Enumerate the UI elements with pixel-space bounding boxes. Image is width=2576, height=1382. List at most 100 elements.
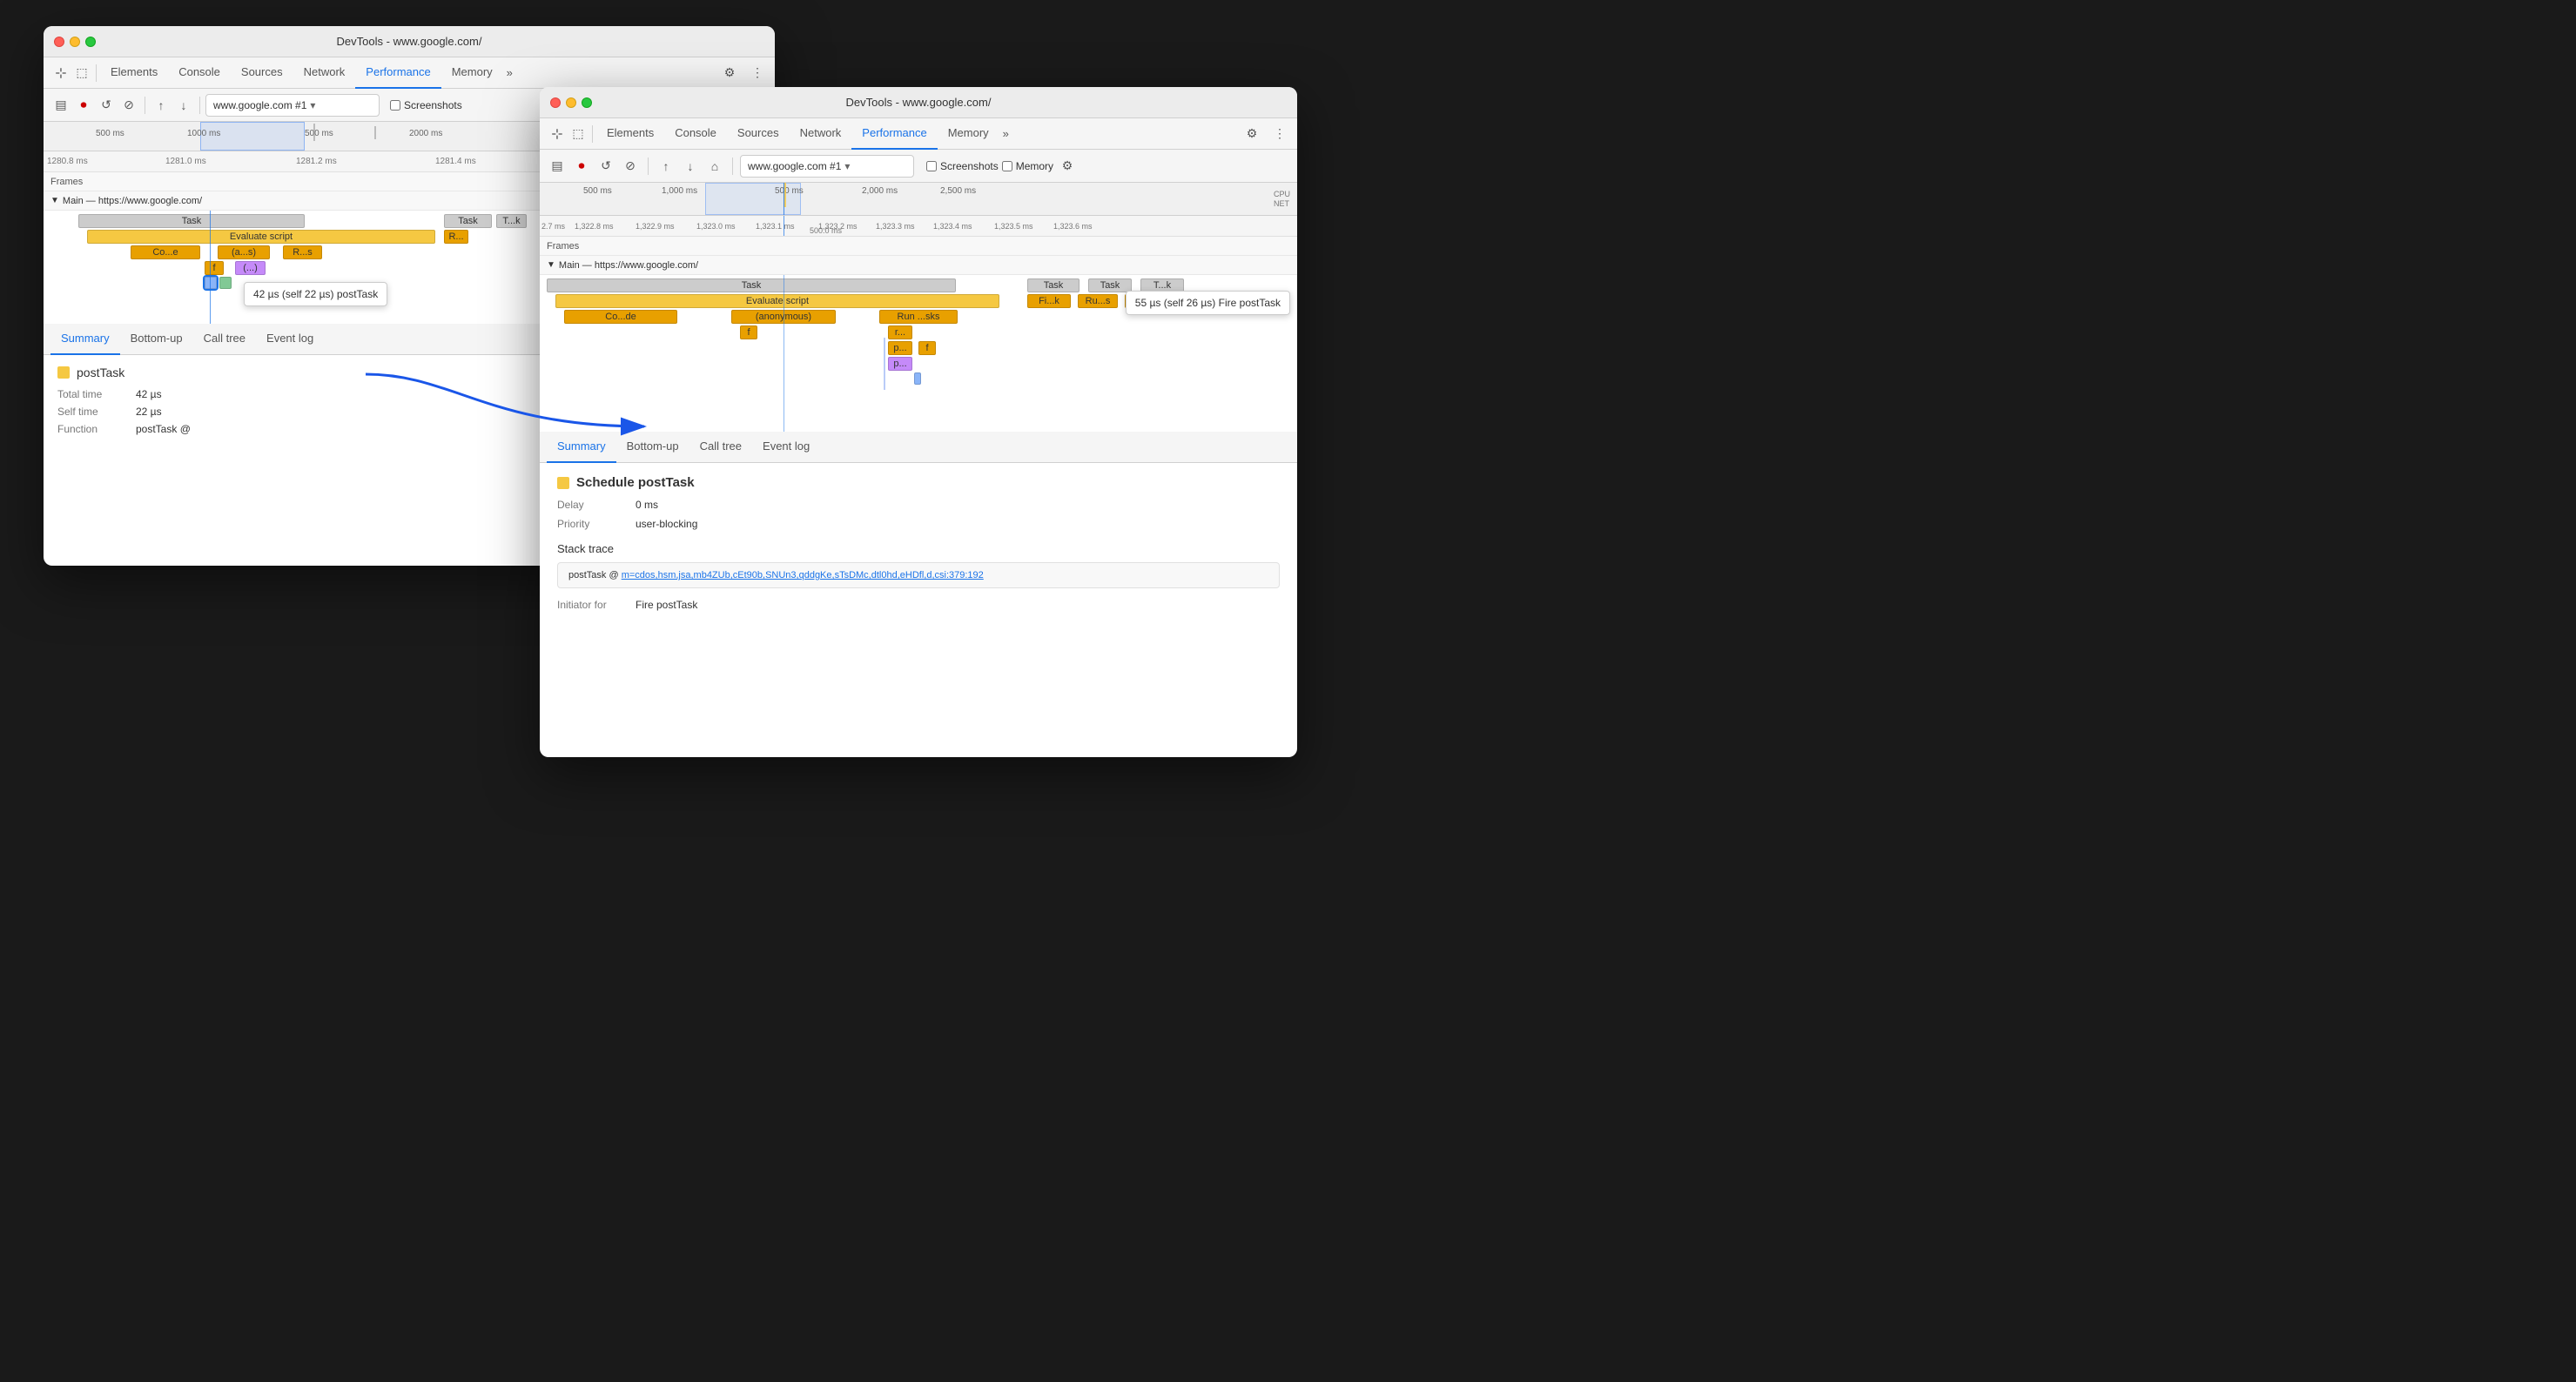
memory-label-2: Memory <box>1016 160 1053 172</box>
minimize-button-2[interactable] <box>566 97 576 108</box>
upload-icon-2[interactable]: ↑ <box>656 156 676 177</box>
screenshots-checkbox-1[interactable]: Screenshots <box>390 99 462 111</box>
w2-r[interactable]: r... <box>888 325 912 339</box>
url-bar-1[interactable]: www.google.com #1 ▾ <box>205 94 380 117</box>
green-task-1[interactable] <box>219 277 232 289</box>
tab-event-log-1[interactable]: Event log <box>256 324 324 355</box>
title-bar-1: DevTools - www.google.com/ <box>44 26 775 57</box>
evaluate-script-1[interactable]: Evaluate script <box>87 230 435 244</box>
tab-sources-2[interactable]: Sources <box>727 118 790 150</box>
w2-co-de[interactable]: Co...de <box>564 310 677 324</box>
minimize-button-1[interactable] <box>70 37 80 47</box>
task-bar-2[interactable]: Task <box>444 214 492 228</box>
w2-task-bar-2[interactable]: Task <box>1027 278 1079 292</box>
as-task[interactable]: (a...s) <box>218 245 270 259</box>
w2-task-bar-4[interactable]: T...k <box>1140 278 1184 292</box>
tab-more-icon[interactable]: » <box>507 66 513 79</box>
panel-row-initiator: Initiator for Fire postTask <box>557 599 1280 611</box>
w2-task-bar-3[interactable]: Task <box>1088 278 1132 292</box>
w2-f2[interactable]: f <box>918 341 936 355</box>
w2-evaluate-script[interactable]: Evaluate script <box>555 294 999 308</box>
device-toolbar-icon-2[interactable]: ⬚ <box>568 124 589 144</box>
tab-call-tree-1[interactable]: Call tree <box>193 324 256 355</box>
screenshots-checkbox-2[interactable]: Screenshots <box>926 160 999 172</box>
element-picker-icon[interactable]: ⊹ <box>50 63 71 84</box>
more-options-icon-2[interactable]: ⋮ <box>1269 124 1290 144</box>
tab-call-tree-2[interactable]: Call tree <box>689 432 752 463</box>
sidebar-toggle-icon-2[interactable]: ▤ <box>547 156 568 177</box>
maximize-button-2[interactable] <box>582 97 592 108</box>
flame-chart-2[interactable]: Task Task Task T...k Evaluate script Fi.… <box>540 275 1297 432</box>
clear-icon[interactable]: ⊘ <box>118 95 139 116</box>
w2-f1[interactable]: f <box>740 325 757 339</box>
reload-record-icon-2[interactable]: ↺ <box>595 156 616 177</box>
home-icon-2[interactable]: ⌂ <box>704 156 725 177</box>
tab-bar-icons-1: ⚙ ⋮ <box>719 63 768 84</box>
tab-memory[interactable]: Memory <box>441 57 503 89</box>
minimap-2[interactable]: 500 ms 1,000 ms 500 ms 2,000 ms 2,500 ms… <box>540 183 1297 216</box>
tab-elements[interactable]: Elements <box>100 57 168 89</box>
tab-event-log-2[interactable]: Event log <box>752 432 820 463</box>
rs-task[interactable]: R...s <box>283 245 322 259</box>
close-button-1[interactable] <box>54 37 64 47</box>
tab-network[interactable]: Network <box>293 57 356 89</box>
screenshots-checkbox-input-1[interactable] <box>390 100 400 111</box>
screenshots-label-1: Screenshots <box>404 99 462 111</box>
sidebar-toggle-icon[interactable]: ▤ <box>50 95 71 116</box>
more-options-icon[interactable]: ⋮ <box>747 63 768 84</box>
dots-task[interactable]: (...) <box>235 261 266 275</box>
tab-network-2[interactable]: Network <box>790 118 852 150</box>
url-text-1: www.google.com #1 <box>213 99 306 111</box>
download-icon[interactable]: ↓ <box>173 95 194 116</box>
co-e-task[interactable]: Co...e <box>131 245 200 259</box>
tab-more-icon-2[interactable]: » <box>1003 127 1009 140</box>
clear-icon-2[interactable]: ⊘ <box>620 156 641 177</box>
tab-console[interactable]: Console <box>168 57 231 89</box>
w2-ru-s[interactable]: Ru...s <box>1078 294 1118 308</box>
panel-title-2: Schedule postTask <box>557 475 1280 490</box>
more-options-toolbar-2[interactable]: ⚙ <box>1057 156 1078 177</box>
memory-checkbox-input-2[interactable] <box>1002 161 1012 171</box>
settings-icon[interactable]: ⚙ <box>719 63 740 84</box>
maximize-button-1[interactable] <box>85 37 96 47</box>
w2-blue-bar[interactable] <box>914 372 921 385</box>
reload-record-icon[interactable]: ↺ <box>96 95 117 116</box>
task-bar-3[interactable]: T...k <box>496 214 527 228</box>
selected-task-1[interactable] <box>205 277 217 289</box>
url-bar-2[interactable]: www.google.com #1 ▾ <box>740 155 914 178</box>
w2-run-sks[interactable]: Run ...sks <box>879 310 958 324</box>
w2-p2[interactable]: p... <box>888 357 912 371</box>
tab-summary-1[interactable]: Summary <box>50 324 120 355</box>
url-text-2: www.google.com #1 <box>748 160 841 172</box>
w2-task-bar-1[interactable]: Task <box>547 278 956 292</box>
device-toolbar-icon[interactable]: ⬚ <box>71 63 92 84</box>
w2-p1[interactable]: p... <box>888 341 912 355</box>
settings-icon-2[interactable]: ⚙ <box>1241 124 1262 144</box>
task-bar-1[interactable]: Task <box>78 214 305 228</box>
tooltip-text-1: 42 µs (self 22 µs) postTask <box>253 288 378 300</box>
f-task[interactable]: f <box>205 261 224 275</box>
tab-performance[interactable]: Performance <box>355 57 441 89</box>
tab-memory-2[interactable]: Memory <box>938 118 999 150</box>
tab-bottom-up-1[interactable]: Bottom-up <box>120 324 193 355</box>
initiator-label: Initiator for <box>557 599 636 611</box>
stack-trace-link[interactable]: m=cdos,hsm,jsa,mb4ZUb,cEt90b,SNUn3,qddgK… <box>622 570 984 580</box>
tab-bottom-up-2[interactable]: Bottom-up <box>616 432 689 463</box>
r-task[interactable]: R... <box>444 230 468 244</box>
record-icon-2[interactable]: ⏺ <box>571 156 592 177</box>
record-icon[interactable]: ⏺ <box>73 95 94 116</box>
element-picker-icon-2[interactable]: ⊹ <box>547 124 568 144</box>
close-button-2[interactable] <box>550 97 561 108</box>
w2-f-k[interactable]: F...k <box>1125 294 1163 308</box>
tab-elements-2[interactable]: Elements <box>596 118 664 150</box>
tab-summary-2[interactable]: Summary <box>547 432 616 463</box>
w2-fi-k[interactable]: Fi...k <box>1027 294 1071 308</box>
upload-icon[interactable]: ↑ <box>151 95 172 116</box>
memory-checkbox-2[interactable]: Memory <box>1002 160 1053 172</box>
detail-1280: 1280.8 ms <box>47 157 88 166</box>
screenshots-checkbox-input-2[interactable] <box>926 161 937 171</box>
tab-performance-2[interactable]: Performance <box>851 118 937 150</box>
tab-console-2[interactable]: Console <box>664 118 727 150</box>
tab-sources[interactable]: Sources <box>231 57 293 89</box>
download-icon-2[interactable]: ↓ <box>680 156 701 177</box>
